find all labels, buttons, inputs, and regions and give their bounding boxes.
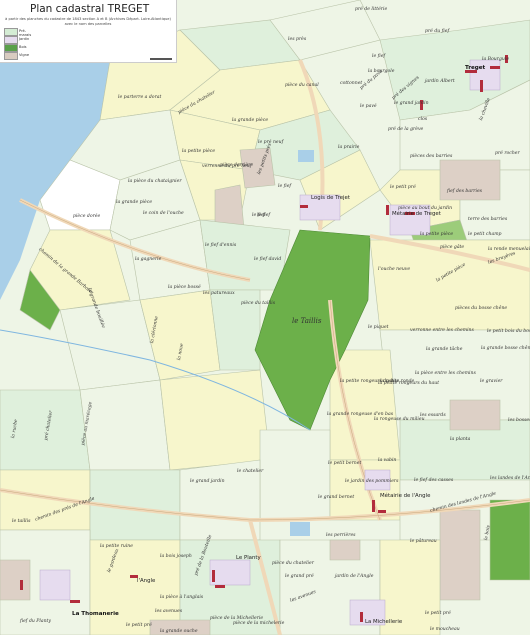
parcel-label: les avenues	[155, 609, 183, 614]
legend-label: Pré-marais	[19, 29, 32, 37]
parcel-label: la rende menuelaire	[488, 247, 530, 252]
parcel-label: le fief david	[254, 257, 282, 262]
parcel-label: pré rocher	[495, 151, 520, 156]
parcel-label: le piquet	[368, 325, 389, 330]
parcel-label: la grande bosse chêne	[481, 346, 530, 351]
place-label: Treget	[465, 65, 486, 71]
parcel-label: le fief des casses	[414, 478, 454, 483]
parcel-label: pièce gâte	[440, 245, 465, 250]
parcel-label: les essards	[420, 413, 446, 418]
map-subtitle: à partir des planches du cadastre de 184…	[5, 17, 171, 21]
parcel-label: la petite rongeurs du haut	[378, 381, 440, 386]
parcel-label: la grande pièce	[116, 200, 153, 205]
parcel-label: le fief	[252, 213, 266, 218]
parcel-label: le fief d'ennis	[205, 243, 237, 248]
parcel-label: la grande ouche	[160, 629, 198, 634]
place-label: La Thomanerie	[72, 611, 119, 617]
map-canvas	[0, 0, 530, 635]
parcel-label: pré de littérie	[355, 7, 388, 12]
place-label: Logis de Trejet	[311, 195, 350, 201]
parcel-label: clos	[418, 117, 428, 122]
parcel-label: le moucheau	[430, 627, 460, 632]
parcel-label: les landes de l'Angle	[490, 476, 530, 481]
parcel-label: le petit bois du bosse	[487, 329, 530, 334]
parcel-label: la grande pièce	[232, 118, 269, 123]
parcel-label: le fief	[372, 54, 386, 59]
parcel-label: verronne entre les chemins	[410, 328, 474, 333]
parcel-label: pièce du taillis	[241, 301, 276, 306]
parcel-label: la Bourgule	[482, 57, 510, 62]
parcel-label: pièce dorée	[73, 214, 101, 219]
parcel-label: la rongeuse du milieu	[374, 417, 425, 422]
parcel-label: pièce du canal	[285, 83, 319, 88]
parcel-label: terre des barries	[468, 217, 508, 222]
parcel-label: les patureaux	[203, 291, 235, 296]
parcel-label: la pièce du chataignier	[128, 179, 182, 184]
parcel-label: l'ouche neuve	[378, 267, 411, 272]
parcel-label: jardin Albert	[425, 79, 455, 84]
parcel-label: la petite pièce	[420, 232, 454, 237]
parcel-label: pièces des barries	[410, 154, 453, 159]
parcel-label: le petit bernet	[328, 461, 362, 466]
parcel-label: pièce derrière	[220, 163, 254, 168]
place-label: Le Planty	[236, 555, 261, 561]
parcel-label: le petit champ	[468, 232, 502, 237]
parcel-label: le gravier	[480, 379, 503, 384]
parcel-label: la prairie	[338, 145, 360, 150]
parcel-label: la bois joseph	[160, 554, 192, 559]
parcel-label: le Taillis	[292, 317, 322, 325]
parcel-label: la pièce bossé	[168, 285, 201, 290]
place-label: Métairie de Treget	[392, 211, 441, 217]
parcel-label: pièce du chatelier	[272, 561, 314, 566]
parcel-label: les perrières	[326, 533, 356, 538]
legend-label: Vigne	[19, 53, 30, 57]
place-label: l'Angle	[137, 578, 156, 584]
parcel-label: pièces du bosse chêne	[455, 306, 508, 311]
parcel-label: les près	[288, 37, 307, 42]
parcel-label: fief du Planty	[20, 619, 52, 624]
legend-label: Bois	[19, 45, 27, 49]
scale-bar	[150, 58, 172, 60]
parcel-label: le parterre a dorat	[118, 95, 162, 100]
parcel-label: la petite pièce	[182, 149, 216, 154]
parcel-label: le petit pré	[390, 185, 416, 190]
parcel-label: fief des barries	[447, 189, 483, 194]
parcel-label: le pavé	[360, 104, 377, 109]
cadastral-map: Plan cadastral TREGET à partir des planc…	[0, 0, 530, 635]
map-subtitle-2: avec le nom des parcelles	[64, 22, 112, 26]
parcel-label: la planta	[450, 437, 471, 442]
parcel-label: pré du fief	[425, 29, 450, 34]
parcel-label: le grand jardin	[190, 479, 225, 484]
parcel-label: le petit pré	[425, 611, 451, 616]
parcel-label: le fief	[278, 184, 292, 189]
map-legend: Plan cadastral TREGET à partir des planc…	[0, 0, 177, 63]
parcel-label: pièce de la michelerie	[233, 621, 285, 626]
parcel-label: le pâtureau	[410, 539, 437, 544]
parcel-label: la grande tâche	[426, 347, 463, 352]
map-title: Plan cadastral TREGET	[30, 3, 150, 15]
legend-label: Jardin	[19, 37, 30, 41]
parcel-label: la pièce entre les chemins	[415, 371, 476, 376]
parcel-label: le grand jardin	[394, 101, 429, 106]
place-label: La Michellerie	[365, 619, 403, 625]
parcel-label: le petit pré	[126, 623, 152, 628]
parcel-label: le chatelier	[237, 469, 264, 474]
parcel-label: le coin de l'ouche	[143, 211, 184, 216]
parcel-label: la pièce à l'anglais	[160, 595, 204, 600]
place-label: Métairie de l'Angle	[380, 493, 431, 499]
parcel-label: la vabin	[378, 458, 397, 463]
parcel-label: les bosses	[508, 418, 530, 423]
parcel-label: le jardin des pommiers	[345, 479, 399, 484]
parcel-label: la gagnerie	[135, 257, 162, 262]
parcel-label: le grand bernet	[318, 495, 355, 500]
parcel-label: pré de la grève	[388, 127, 424, 132]
parcel-label: le taillis	[12, 519, 31, 524]
parcel-label: le grand pré	[285, 574, 314, 579]
parcel-label: jardin de l'Angle	[335, 574, 374, 579]
